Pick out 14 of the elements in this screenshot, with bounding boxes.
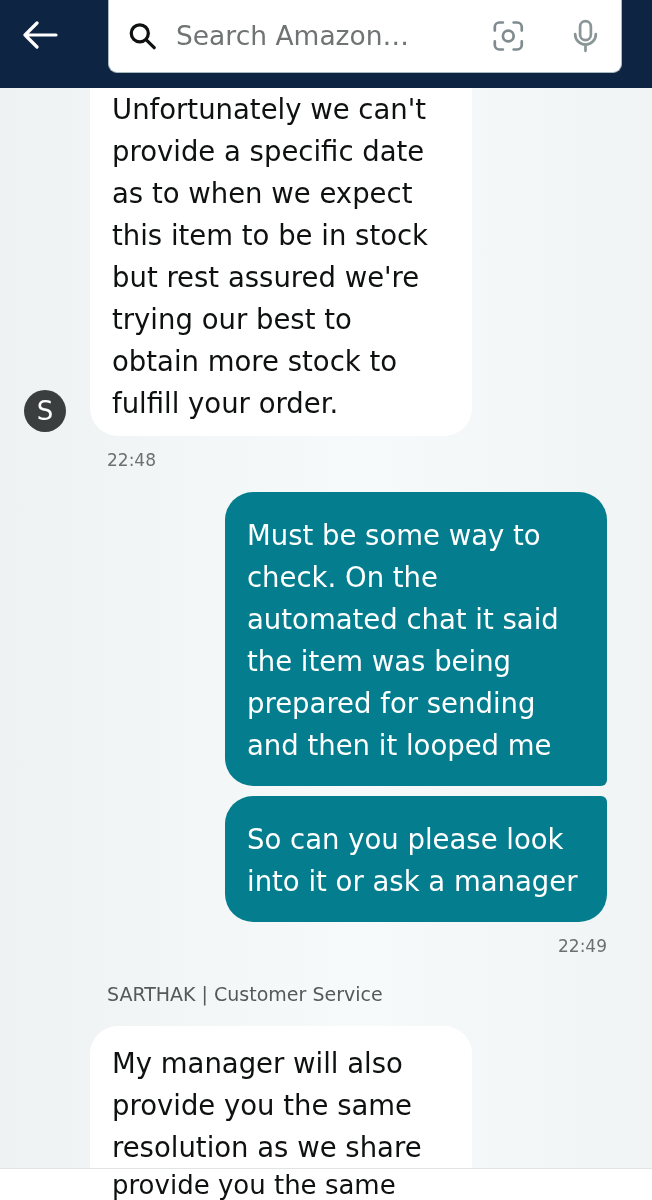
search-icon xyxy=(129,21,156,51)
camera-scan-icon[interactable] xyxy=(493,19,525,53)
back-arrow-icon xyxy=(22,21,58,49)
message-text-line: provide you the same xyxy=(112,1169,397,1200)
message-bubble: So can you please look into it or ask a manager xyxy=(225,796,607,922)
search-bar[interactable]: Search Amazon… xyxy=(108,0,622,73)
message-bubble: Unfortunately we can't provide a specific date as to when we expect this item to be in stock but rest assured we're trying our best to obtain more stock to fulfill your order. xyxy=(90,88,472,436)
sender-avatar: S xyxy=(24,390,66,432)
microphone-icon[interactable] xyxy=(572,18,599,54)
message-bubble: Must be some way to check. On the automated chat it said the item was being prepared for sending and then it looped me xyxy=(225,492,607,786)
message-bubble: My manager will also provide you the same resolution as we share xyxy=(90,1026,472,1168)
message-time: 22:48 xyxy=(106,449,157,472)
sender-label: SARTHAK | Customer Service xyxy=(106,982,384,1006)
message-time: 22:49 xyxy=(557,935,607,958)
